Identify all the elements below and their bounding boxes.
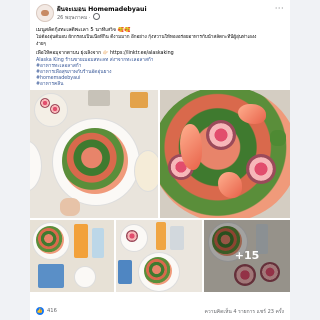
more-photos-count[interactable]: +15 xyxy=(204,249,290,262)
post-time-text[interactable]: 26 พฤษภาคม xyxy=(57,15,87,21)
photo-5[interactable]: +15 xyxy=(204,220,290,292)
bottle-image xyxy=(92,228,104,258)
bottle-image xyxy=(156,222,166,250)
salad-image xyxy=(144,257,172,285)
fig-image xyxy=(40,98,50,108)
like-reaction-icon[interactable]: 👍 xyxy=(36,307,44,315)
fig-image xyxy=(126,230,138,242)
salad-image xyxy=(62,128,128,194)
post-text-line-3: ง่ายๆ xyxy=(36,42,46,47)
leaf-image xyxy=(270,130,286,146)
hashtag-line-5[interactable]: #อาหารคลีน xyxy=(36,81,284,88)
avatar[interactable] xyxy=(36,4,54,22)
post-footer: 👍 416 ความคิดเห็น 4 รายการ แชร์ 23 ครั้ง xyxy=(36,306,284,318)
post-text-line-2: ไม่ต้องอุ่นต้มอบ ผักกรอบเป็นเนื้อที่ก็น … xyxy=(36,35,257,40)
fig-image xyxy=(206,120,236,150)
more-options-button[interactable]: ··· xyxy=(275,4,284,13)
salad-image xyxy=(36,226,64,254)
side-plate-image xyxy=(30,140,42,192)
fig-image xyxy=(246,154,276,184)
photo-2[interactable] xyxy=(160,90,290,218)
hand-image xyxy=(60,198,80,216)
post-card: ฝันจะเมอน Homemadebyaui 26 พฤษภาคม · ···… xyxy=(30,0,290,320)
side-plate-image xyxy=(74,266,96,288)
bottle-image xyxy=(130,92,148,108)
recipe-link[interactable]: เพื่อให้คอมุจากตาบน ยุ่งเลิ้งจาก 👉🏻 http… xyxy=(36,50,284,57)
photo-1[interactable] xyxy=(30,90,158,218)
fig-image xyxy=(50,104,60,114)
package-image xyxy=(38,264,64,288)
shrimp-image xyxy=(218,172,242,198)
jar-image xyxy=(88,90,110,106)
globe-icon xyxy=(93,13,101,20)
package-image xyxy=(118,260,132,284)
bottle-image xyxy=(74,224,88,258)
photo-3[interactable] xyxy=(30,220,114,292)
shrimp-image xyxy=(180,124,202,170)
post-header: ฝันจะเมอน Homemadebyaui 26 พฤษภาคม · ··· xyxy=(36,4,284,24)
comments-shares-count[interactable]: ความคิดเห็น 4 รายการ แชร์ 23 ครั้ง xyxy=(205,308,284,316)
post-text-line-1: เมนูสลัดกุ้งทะเลตีพะเลา 5 นาทีเสร็จ 🥰🥰 xyxy=(36,27,131,33)
photo-4[interactable] xyxy=(116,220,202,292)
post-time[interactable]: 26 พฤษภาคม · xyxy=(57,13,101,22)
like-count[interactable]: 416 xyxy=(47,308,57,314)
side-bowl-image xyxy=(134,150,158,192)
bottle-image xyxy=(170,226,184,250)
